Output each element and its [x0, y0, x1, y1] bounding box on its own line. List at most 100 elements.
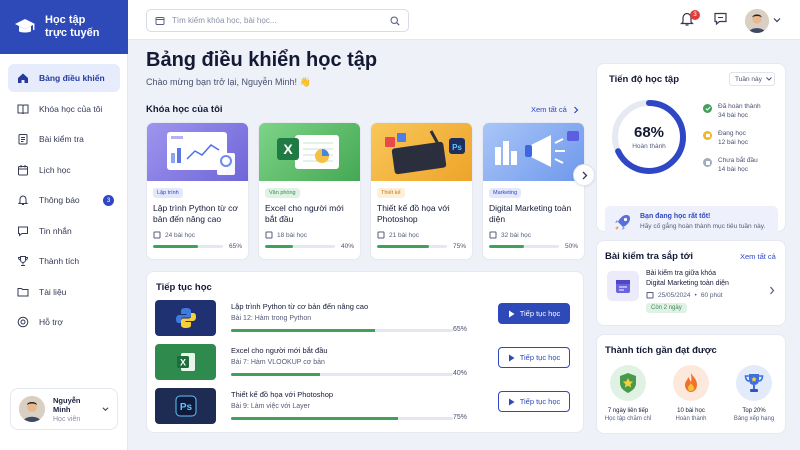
search-prefix-icon	[155, 16, 165, 25]
progress-percent: 65%	[228, 243, 242, 250]
star-shield-icon	[610, 365, 646, 401]
sidebar-item-support[interactable]: Hỗ trợ	[8, 308, 120, 336]
exams-see-all-link[interactable]: Xem tất cả	[740, 252, 776, 261]
my-courses-see-all-link[interactable]: Xem tất cả	[531, 105, 579, 114]
svg-text:X: X	[179, 358, 185, 368]
rocket-icon	[615, 215, 630, 230]
exam-countdown-badge: Còn 2 ngày	[646, 303, 687, 313]
course-card-marketing[interactable]: Marketing Digital Marketing toàn diện 32…	[482, 122, 585, 260]
lesson-thumbnail: Ps	[155, 388, 216, 424]
course-card-excel[interactable]: X Văn phòng Excel cho người mới bắt đầu …	[258, 122, 361, 260]
chevron-right-icon	[770, 286, 775, 295]
legend-label: Đang học	[718, 130, 746, 137]
lesson-current: Bài 9: Làm việc với Layer	[231, 403, 310, 410]
sidebar-item-messages[interactable]: Tin nhắn	[8, 217, 120, 245]
see-all-label: Xem tất cả	[740, 252, 776, 261]
course-progress: 75%	[377, 243, 466, 250]
sidebar-item-label: Bài kiểm tra	[39, 134, 84, 144]
excel-logo-icon: X	[176, 353, 195, 371]
lesson-info: Thiết kế đồ họa với Photoshop Bài 9: Làm…	[231, 390, 473, 421]
course-tag: Văn phòng	[265, 188, 300, 198]
progress-bar	[231, 373, 453, 376]
achievement-line-2: Hoàn thành	[675, 416, 707, 422]
sidebar-item-label: Thành tích	[39, 256, 80, 266]
sidebar-item-notifications[interactable]: Thông báo 3	[8, 186, 120, 214]
course-tag: Thiết kế	[377, 188, 405, 198]
sidebar-item-achievements[interactable]: Thành tích	[8, 247, 120, 275]
search-box[interactable]	[146, 9, 409, 32]
sidebar-item-schedule[interactable]: Lịch học	[8, 156, 120, 184]
top-avatar[interactable]	[745, 9, 769, 33]
chevron-right-icon	[582, 171, 587, 179]
lesson-count: 24 bài học	[165, 231, 195, 239]
lesson-info: Lập trình Python từ cơ bản đến nâng cao …	[231, 302, 473, 333]
continue-button-excel[interactable]: Tiếp tục học	[498, 347, 570, 368]
continue-button-label: Tiếp tục học	[519, 397, 561, 406]
play-icon	[508, 310, 515, 317]
welcome-message: Chào mừng bạn trở lại, Nguyễn Minh! 👋	[146, 77, 311, 87]
sidebar-item-dashboard[interactable]: Bảng điều khiển	[8, 64, 120, 92]
course-tag: Marketing	[489, 188, 522, 198]
user-profile-card[interactable]: Nguyễn Minh Học viên	[10, 388, 118, 430]
continue-learning-title: Tiếp tục học	[156, 282, 212, 293]
message-icon[interactable]	[713, 11, 728, 26]
achievement-streak[interactable]: 7 ngày liên tiếp Học tập chăm chỉ	[602, 365, 654, 422]
exam-duration: 60 phút	[700, 291, 723, 299]
course-card-python[interactable]: Lập trình Lập trình Python từ cơ bản đến…	[146, 122, 249, 260]
progress-percent: 40%	[340, 243, 354, 250]
analytics-dashboard-illustration	[167, 132, 235, 175]
svg-text:Ps: Ps	[452, 143, 462, 152]
notification-count-badge: 3	[103, 194, 114, 206]
sidebar-item-label: Bảng điều khiển	[39, 73, 105, 83]
sidebar-item-documents[interactable]: Tài liệu	[8, 278, 120, 306]
chevron-down-icon[interactable]	[102, 406, 109, 412]
course-lessons: 24 bài học	[153, 231, 242, 239]
chevron-down-icon[interactable]	[773, 17, 781, 23]
progress-bar	[231, 329, 453, 332]
search-icon[interactable]	[390, 15, 400, 26]
continue-button-photoshop[interactable]: Tiếp tục học	[498, 391, 570, 412]
banner-text: Hãy cố gắng hoàn thành mục tiêu tuần này…	[640, 223, 766, 230]
courses-next-button[interactable]	[573, 164, 595, 186]
chevron-right-icon	[573, 106, 579, 113]
achievement-line-2: Học tập chăm chỉ	[604, 416, 652, 422]
course-tag: Lập trình	[153, 188, 183, 198]
exam-calendar-icon	[607, 271, 639, 301]
progress-bar	[265, 245, 335, 248]
book-icon	[489, 231, 497, 239]
chat-icon	[18, 226, 28, 237]
sidebar-item-my-courses[interactable]: Khóa học của tôi	[8, 95, 120, 123]
course-lessons: 18 bài học	[265, 231, 354, 239]
continue-learning-panel: Tiếp tục học Lập trình Python từ cơ bản …	[146, 271, 584, 433]
upcoming-exams-panel: Bài kiểm tra sắp tới Xem tất cả Bài kiểm…	[596, 240, 786, 326]
donut-label: Hoàn thành	[632, 143, 666, 150]
lesson-thumbnail: X	[155, 344, 216, 380]
achievement-line-1: Top 20%	[742, 408, 766, 414]
calendar-icon	[646, 292, 654, 299]
progress-percent: 75%	[452, 243, 466, 250]
course-card-photoshop[interactable]: Ps Thiết kế Thiết kế đồ họa với Photosho…	[370, 122, 473, 260]
sidebar-item-label: Tài liệu	[39, 286, 67, 297]
course-title: Thiết kế đồ họa với Photoshop	[377, 203, 450, 224]
play-icon	[508, 354, 515, 361]
logo-line-1: Học tập	[45, 14, 86, 26]
period-select-value: Tuần này	[735, 75, 762, 83]
course-lessons: 32 bài học	[489, 231, 578, 239]
course-progress: 50%	[489, 243, 578, 250]
search-input[interactable]	[172, 16, 383, 25]
book-icon	[265, 231, 273, 239]
legend-in-progress: Đang học 12 bài học	[703, 129, 748, 147]
achievement-lessons[interactable]: 10 bài học Hoàn thành	[665, 365, 717, 422]
period-select[interactable]: Tuần này	[729, 72, 775, 86]
clock-icon	[703, 158, 712, 167]
upcoming-exams-title: Bài kiểm tra sắp tới	[605, 251, 694, 262]
bell-icon	[17, 195, 29, 205]
trophy-icon	[17, 256, 29, 266]
app-logo[interactable]: Học tập trực tuyến	[0, 0, 128, 54]
continue-button-python[interactable]: Tiếp tục học	[498, 303, 570, 324]
sidebar-item-quizzes[interactable]: Bài kiểm tra	[8, 125, 120, 153]
achievement-ranking[interactable]: Top 20% Bảng xếp hạng	[728, 365, 780, 422]
exam-item[interactable]: Bài kiểm tra giữa khóa Digital Marketing…	[605, 267, 779, 319]
progress-bar	[231, 417, 453, 420]
continue-row-photoshop: Ps Thiết kế đồ họa với Photoshop Bài 9: …	[155, 388, 577, 424]
